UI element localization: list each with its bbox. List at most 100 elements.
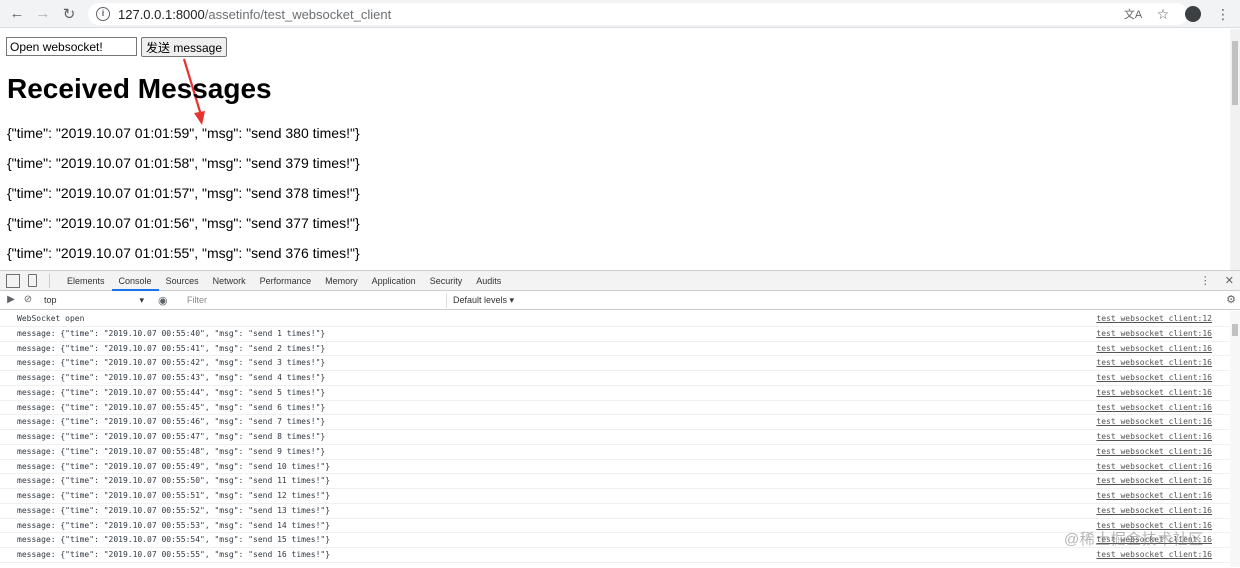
log-source-link[interactable]: test_websocket_client:16 [1096,371,1212,385]
list-item: {"time": "2019.10.07 01:01:58", "msg": "… [7,155,360,171]
tab-memory[interactable]: Memory [318,271,365,291]
url-host: 127.0.0.1:8000 [118,6,205,22]
console-log-row: message: {"time": "2019.10.07 00:55:49",… [0,460,1230,475]
list-item: {"time": "2019.10.07 01:01:59", "msg": "… [7,125,360,141]
page-viewport: 发送 message Received Messages {"time": "2… [0,29,1230,270]
kebab-menu-icon[interactable]: ⋮ [1210,3,1236,25]
log-message: message: {"time": "2019.10.07 00:55:52",… [17,505,331,515]
console-log-row: message: {"time": "2019.10.07 00:55:47",… [0,430,1230,445]
log-message: message: {"time": "2019.10.07 00:55:53",… [17,520,331,530]
avatar-icon[interactable] [1180,3,1206,25]
gear-icon[interactable]: ⚙ [1226,293,1236,306]
log-message: message: {"time": "2019.10.07 00:55:49",… [17,461,331,471]
console-toolbar: ▶ ⊘ top ▾ ◉ Filter Default levels ▾ ⚙ [0,291,1240,310]
levels-dropdown[interactable]: Default levels ▾ [453,293,514,308]
console-log-list: WebSocket open test_websocket_client:12me… [0,312,1230,568]
context-select[interactable]: top ▾ [44,293,144,307]
tab-sources[interactable]: Sources [159,271,206,291]
console-log-row: message: {"time": "2019.10.07 00:55:45",… [0,401,1230,416]
filter-input[interactable]: Filter [183,293,447,308]
console-log-row: message: {"time": "2019.10.07 00:55:46",… [0,415,1230,430]
back-arrow-icon[interactable]: ← [4,1,30,27]
eye-icon[interactable]: ◉ [158,294,168,307]
log-source-link[interactable]: test_websocket_client:16 [1096,356,1212,370]
list-item: {"time": "2019.10.07 01:01:56", "msg": "… [7,215,360,231]
scrollbar-thumb[interactable] [1232,41,1238,105]
scrollbar-thumb[interactable] [1232,324,1238,336]
devtools-menu-icon[interactable]: ⋮ [1200,274,1211,287]
log-source-link[interactable]: test_websocket_client:16 [1096,327,1212,341]
console-log-row: WebSocket open test_websocket_client:12 [0,312,1230,327]
send-message-button[interactable]: 发送 message [141,37,228,57]
log-source-link[interactable]: test_websocket_client:16 [1096,504,1212,518]
sidebar-toggle-icon[interactable]: ▶ [5,294,17,306]
console-log-row: message: {"time": "2019.10.07 00:55:42",… [0,356,1230,371]
tab-console[interactable]: Console [111,271,159,291]
log-message: message: {"time": "2019.10.07 00:55:54",… [17,535,331,545]
clear-console-icon[interactable]: ⊘ [22,294,34,306]
log-message: message: {"time": "2019.10.07 00:55:42",… [17,358,326,368]
log-source-link[interactable]: test_websocket_client:16 [1096,548,1212,562]
watermark: @稀土掘金技术社区 [1064,531,1204,548]
console-scrollbar[interactable] [1230,311,1240,567]
log-source-link[interactable]: test_websocket_client:16 [1096,430,1212,444]
tab-audits[interactable]: Audits [469,271,508,291]
console-log-row: message: {"time": "2019.10.07 00:55:43",… [0,371,1230,386]
tab-security[interactable]: Security [423,271,470,291]
devtools-tab-bar: Elements Console Sources Network Perform… [0,271,1240,291]
console-log-row: message: {"time": "2019.10.07 00:55:50",… [0,474,1230,489]
log-message: message: {"time": "2019.10.07 00:55:50",… [17,476,331,486]
page-title: Received Messages [7,73,272,104]
log-message: message: {"time": "2019.10.07 00:55:44",… [17,387,326,397]
console-log-row: message: {"time": "2019.10.07 00:55:55",… [0,548,1230,563]
tab-network[interactable]: Network [206,271,253,291]
tab-elements[interactable]: Elements [60,271,112,291]
message-input[interactable] [6,37,137,56]
log-source-link[interactable]: test_websocket_client:16 [1096,489,1212,503]
log-message: message: {"time": "2019.10.07 00:55:47",… [17,432,326,441]
log-source-link[interactable]: test_websocket_client:16 [1096,401,1212,415]
console-log-row: message: {"time": "2019.10.07 00:55:48",… [0,445,1230,460]
translate-icon[interactable]: 文A [1120,3,1146,25]
received-messages-list: {"time": "2019.10.07 01:01:59", "msg": "… [7,125,360,270]
log-source-link[interactable]: test_websocket_client:16 [1096,386,1212,400]
tab-performance[interactable]: Performance [253,271,319,291]
console-log-row: message: {"time": "2019.10.07 00:55:54",… [0,533,1230,548]
log-message: message: {"time": "2019.10.07 00:55:41",… [17,343,326,353]
star-icon[interactable]: ☆ [1150,3,1176,25]
close-icon[interactable]: ✕ [1225,274,1234,287]
devtools-panel: Elements Console Sources Network Perform… [0,270,1240,567]
log-message: message: {"time": "2019.10.07 00:55:48",… [17,446,326,456]
tab-application[interactable]: Application [365,271,423,291]
address-bar[interactable]: i 127.0.0.1:8000/assetinfo/test_websocke… [88,3,1188,25]
log-source-link[interactable]: test_websocket_client:16 [1096,474,1212,488]
log-message: message: {"time": "2019.10.07 00:55:46",… [17,417,326,427]
log-source-link[interactable]: test_websocket_client:16 [1096,445,1212,459]
chevron-down-icon: ▾ [139,294,144,305]
info-icon[interactable]: i [96,7,110,21]
device-toolbar-icon[interactable] [28,274,37,287]
log-message: message: {"time": "2019.10.07 00:55:43",… [17,373,326,382]
context-value: top [44,295,57,305]
log-source-link[interactable]: test_websocket_client:16 [1096,342,1212,356]
inspect-element-icon[interactable] [6,273,20,288]
log-message: WebSocket open [17,314,85,323]
console-log-row: message: {"time": "2019.10.07 00:55:53",… [0,519,1230,534]
console-log-row: message: {"time": "2019.10.07 00:55:51",… [0,489,1230,504]
url-path: /assetinfo/test_websocket_client [204,6,392,22]
log-message: message: {"time": "2019.10.07 00:55:55",… [17,550,331,559]
log-source-link[interactable]: test_websocket_client:16 [1096,415,1212,429]
log-message: message: {"time": "2019.10.07 00:55:51",… [17,491,331,500]
console-log-row: message: {"time": "2019.10.07 00:55:52",… [0,504,1230,519]
forward-arrow-icon[interactable]: → [30,1,56,27]
page-scrollbar[interactable] [1230,29,1240,270]
divider [49,273,50,288]
log-source-link[interactable]: test_websocket_client:16 [1096,460,1212,474]
log-message: message: {"time": "2019.10.07 00:55:40",… [17,328,326,338]
list-item: {"time": "2019.10.07 01:01:57", "msg": "… [7,185,360,201]
reload-icon[interactable]: ↻ [56,1,82,27]
log-message: message: {"time": "2019.10.07 00:55:45",… [17,402,326,412]
log-source-link[interactable]: test_websocket_client:12 [1096,312,1212,326]
list-item: {"time": "2019.10.07 01:01:55", "msg": "… [7,245,360,261]
console-log-row: message: {"time": "2019.10.07 00:55:41",… [0,342,1230,357]
